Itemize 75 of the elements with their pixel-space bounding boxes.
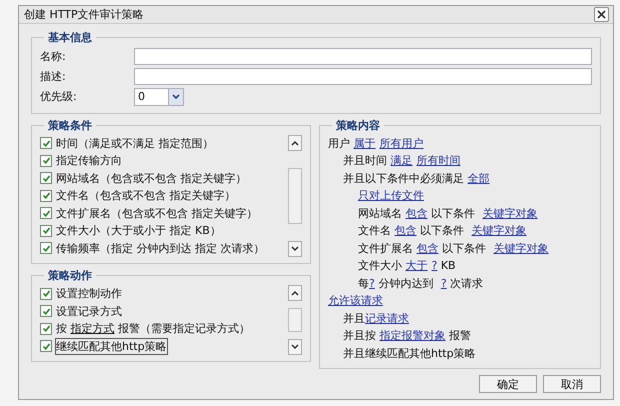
link[interactable]: 关键字对象 xyxy=(472,224,526,237)
checkbox[interactable] xyxy=(40,288,52,300)
condition-label: 时间（满足或不满足 指定范围） xyxy=(56,136,214,151)
link[interactable]: 只对上传文件 xyxy=(358,189,424,202)
group-title: 策略条件 xyxy=(47,118,93,132)
checkbox[interactable] xyxy=(40,224,52,237)
scroll-down-icon[interactable] xyxy=(291,344,299,350)
priority-dropdown[interactable]: 0 xyxy=(134,88,184,106)
scroll-down-icon[interactable] xyxy=(291,246,299,252)
policy-line: 并且时间 满足 所有时间 xyxy=(343,154,460,167)
link[interactable]: ? xyxy=(432,259,438,272)
field-label: 名称: xyxy=(40,49,67,64)
link[interactable]: 所有时间 xyxy=(416,154,460,167)
link[interactable]: 包含 xyxy=(394,224,416,237)
checkbox[interactable] xyxy=(40,190,52,202)
condition-label: 网站域名（包含或不包含 指定关键字） xyxy=(56,170,246,186)
link[interactable]: 所有用户 xyxy=(380,136,424,150)
field-label: 描述: xyxy=(40,69,67,84)
link[interactable]: 允许该请求 xyxy=(328,294,383,307)
close-icon xyxy=(597,10,606,19)
field-label: 优先级: xyxy=(40,89,78,104)
dialog-button[interactable]: 取消 xyxy=(543,375,601,393)
group-title: 基本信息 xyxy=(47,30,93,44)
scroll-up-icon[interactable] xyxy=(291,140,299,146)
condition-label: 指定传输方向 xyxy=(56,153,122,168)
scrollbar[interactable] xyxy=(288,285,302,355)
scrollbar[interactable] xyxy=(288,134,302,257)
policy-line: 并且记录请求 xyxy=(343,312,409,324)
policy-line: 用户 属于 所有用户 xyxy=(328,136,424,150)
group-title: 策略内容 xyxy=(335,118,381,132)
close-button[interactable] xyxy=(594,6,609,22)
checkbox[interactable] xyxy=(40,154,52,167)
checkbox[interactable] xyxy=(40,340,52,352)
condition-label: 传输频率（指定 分钟内到达 指定 次请求） xyxy=(56,240,264,256)
link[interactable]: ? xyxy=(440,276,447,290)
action-label: 设置记录方式 xyxy=(56,304,122,319)
policy-line: 文件大小 大于 ? KB xyxy=(358,259,456,272)
policy-line: 每? 分钟内达到 ? 次请求 xyxy=(358,276,484,290)
link[interactable]: 属于 xyxy=(354,136,376,150)
input-field[interactable] xyxy=(134,48,592,65)
link[interactable]: 关键字对象 xyxy=(482,206,538,220)
condition-label: 文件大小（大于或小于 指定 KB） xyxy=(56,223,221,238)
checkbox[interactable] xyxy=(40,322,52,335)
policy-line: 并且继续匹配其他http策略 xyxy=(343,346,476,360)
caret-icon xyxy=(172,94,180,100)
link[interactable]: 指定方式 xyxy=(70,322,114,336)
checkbox[interactable] xyxy=(40,305,52,318)
checkbox[interactable] xyxy=(40,242,52,254)
link[interactable]: 包含 xyxy=(406,206,428,220)
condition-label: 文件名（包含或不包含 指定关键字） xyxy=(56,188,236,204)
group-title: 策略动作 xyxy=(47,268,93,283)
link[interactable]: 大于 xyxy=(406,259,428,272)
link[interactable]: 关键字对象 xyxy=(494,242,548,254)
link[interactable]: 记录请求 xyxy=(365,312,409,324)
input-field[interactable] xyxy=(134,68,592,85)
checkbox[interactable] xyxy=(40,207,52,220)
policy-line: 并且按 指定报警对象 报警 xyxy=(343,329,471,342)
condition-label: 文件扩展名（包含或不包含 指定关键字） xyxy=(56,206,258,221)
dialog-button[interactable]: 确定 xyxy=(479,375,537,393)
policy-line: 文件扩展名 包含 以下条件 关键字对象 xyxy=(358,242,548,254)
policy-line: 并且以下条件中必须满足 全部 xyxy=(343,172,490,184)
action-label: 按 指定方式 报警（需要指定记录方式） xyxy=(56,321,250,336)
link[interactable]: 全部 xyxy=(468,172,490,184)
checkbox[interactable] xyxy=(40,172,52,184)
scroll-up-icon[interactable] xyxy=(291,290,299,296)
link[interactable]: 满足 xyxy=(390,154,412,167)
policy-line: 文件名 包含 以下条件 关键字对象 xyxy=(358,224,526,237)
action-label: 设置控制动作 xyxy=(56,286,122,302)
link[interactable]: 指定报警对象 xyxy=(380,329,446,342)
link[interactable]: 包含 xyxy=(416,242,438,254)
window-title: 创建 HTTP文件审计策略 xyxy=(24,6,144,22)
action-label: 继续匹配其他http策略 xyxy=(56,338,167,354)
checkbox[interactable] xyxy=(40,137,52,150)
policy-line: 网站域名 包含 以下条件 关键字对象 xyxy=(358,206,538,220)
link[interactable]: ? xyxy=(369,276,375,290)
